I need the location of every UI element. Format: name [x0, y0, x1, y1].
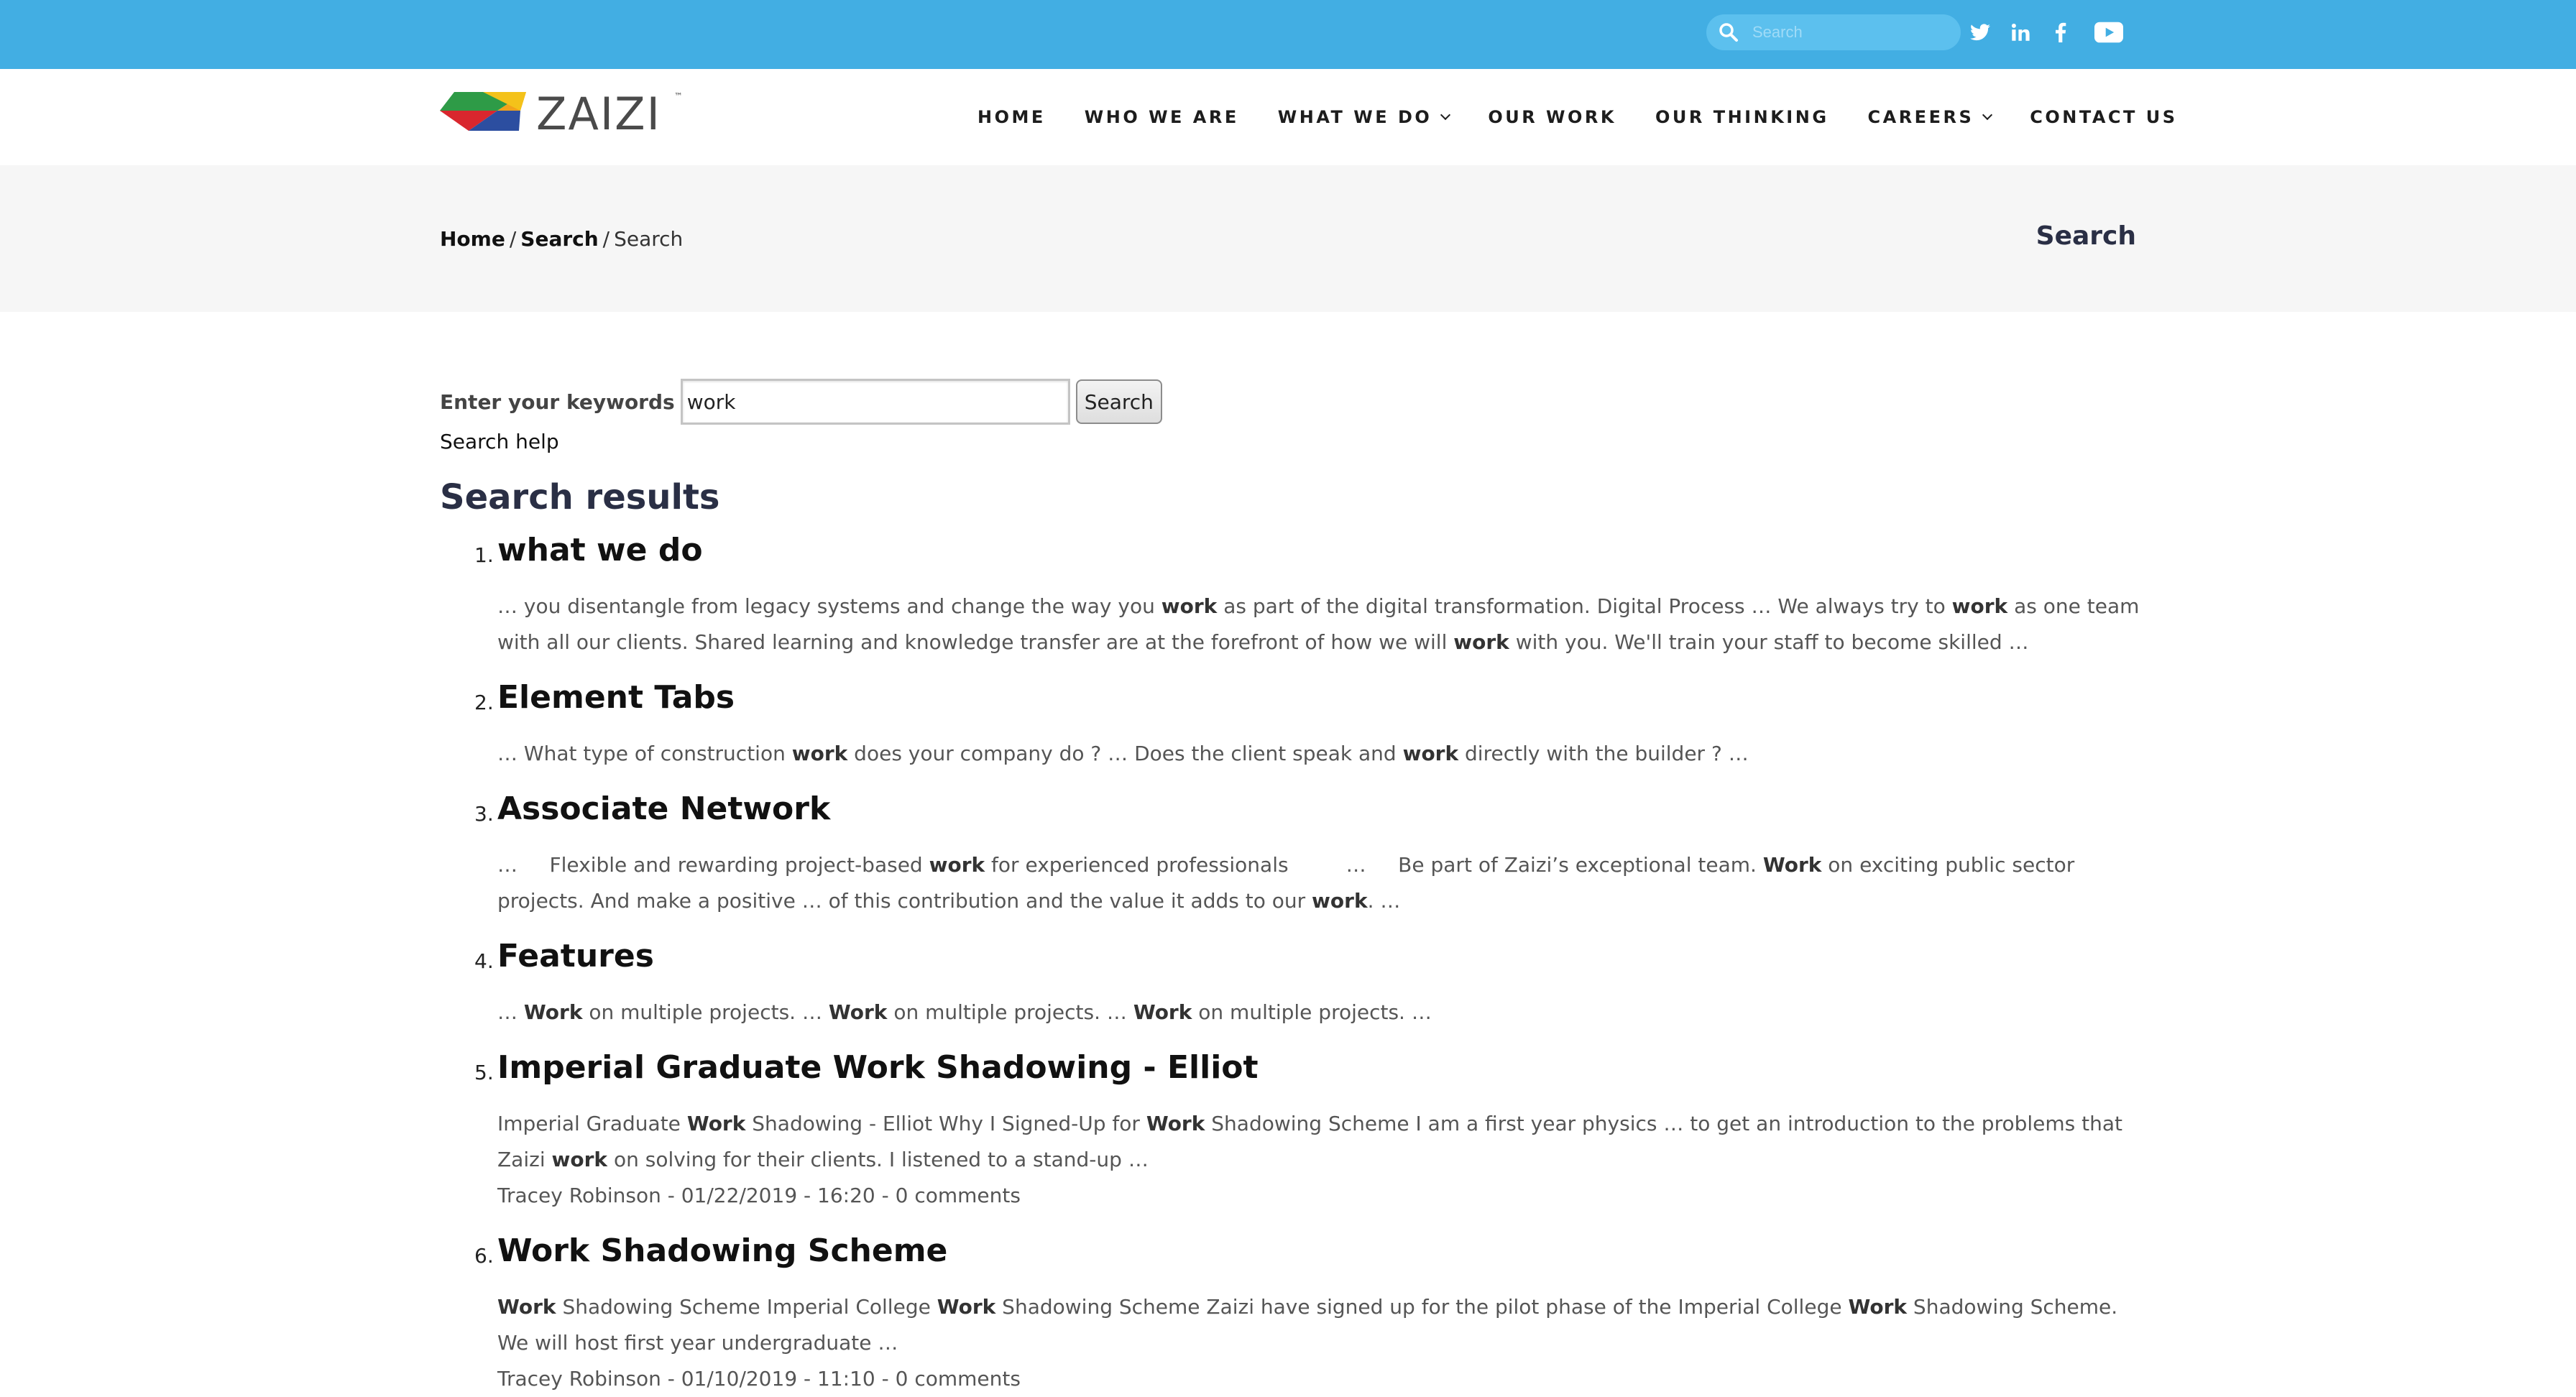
nav-careers[interactable]: CAREERS: [1868, 107, 1993, 127]
header-search-input[interactable]: [1752, 20, 1946, 45]
search-form: Enter your keywords Search: [440, 379, 1162, 425]
keywords-input[interactable]: [680, 379, 1070, 425]
result-snippet: … Work on multiple projects. … Work on m…: [497, 1000, 1432, 1024]
result-meta: Tracey Robinson - 01/22/2019 - 16:20 - 0…: [497, 1184, 1021, 1207]
result-title-link[interactable]: what we do: [497, 532, 2165, 568]
nav-our-thinking[interactable]: OUR THINKING: [1655, 107, 1829, 127]
result-number: 2.: [474, 691, 494, 714]
chevron-down-icon: [1440, 109, 1451, 121]
result-title-link[interactable]: Work Shadowing Scheme: [497, 1232, 2165, 1269]
breadcrumb-home[interactable]: Home: [440, 227, 505, 251]
result-number: 5.: [474, 1061, 494, 1084]
breadcrumb-separator: /: [602, 227, 610, 251]
svg-text:™: ™: [674, 91, 683, 101]
header-search[interactable]: [1706, 14, 1961, 50]
twitter-icon[interactable]: [1966, 19, 1994, 46]
page-banner: [0, 165, 2576, 312]
search-results-heading: Search results: [440, 477, 720, 517]
search-result-item: 6. Work Shadowing Scheme Work Shadowing Sc…: [440, 1232, 2165, 1397]
result-title-link[interactable]: Element Tabs: [497, 679, 2165, 716]
top-utility-bar: [0, 0, 2576, 69]
linkedin-icon[interactable]: [2007, 19, 2034, 46]
result-title-link[interactable]: Associate Network: [497, 790, 2165, 827]
result-snippet: … you disentangle from legacy systems an…: [497, 594, 2140, 654]
search-result-item: 5. Imperial Graduate Work Shadowing - Ell…: [440, 1049, 2165, 1214]
result-number: 4.: [474, 949, 494, 973]
nav-home[interactable]: HOME: [978, 107, 1046, 127]
search-icon[interactable]: [1718, 22, 1739, 43]
breadcrumb-current: Search: [614, 227, 684, 251]
result-snippet: Work Shadowing Scheme Imperial College W…: [497, 1295, 2118, 1355]
result-snippet: … What type of construction work does yo…: [497, 742, 1749, 765]
chevron-down-icon: [1982, 109, 1993, 121]
search-help-link[interactable]: Search help: [440, 430, 559, 453]
result-snippet: Imperial Graduate Work Shadowing - Ellio…: [497, 1112, 2123, 1171]
result-number: 3.: [474, 802, 494, 826]
logo-mark: ZAIZI ™: [440, 88, 683, 140]
youtube-icon[interactable]: [2093, 19, 2125, 46]
search-result-item: 3. Associate Network … Flexible and reward…: [440, 790, 2165, 919]
search-result-item: 4. Features … Work on multiple projects. ……: [440, 938, 2165, 1031]
facebook-icon[interactable]: [2047, 19, 2074, 46]
result-title-link[interactable]: Imperial Graduate Work Shadowing - Ellio…: [497, 1049, 2165, 1086]
breadcrumb-separator: /: [509, 227, 517, 251]
search-result-item: 2. Element Tabs … What type of constructio…: [440, 679, 2165, 772]
result-number: 6.: [474, 1244, 494, 1268]
result-snippet: … Flexible and rewarding project-based w…: [497, 853, 2075, 913]
search-result-item: 1. what we do … you disentangle from legac…: [440, 532, 2165, 660]
nav-what-we-do[interactable]: WHAT WE DO: [1278, 107, 1451, 127]
nav-contact-us[interactable]: CONTACT US: [2030, 107, 2177, 127]
result-meta: Tracey Robinson - 01/10/2019 - 11:10 - 0…: [497, 1367, 1021, 1391]
logo-text: ZAIZI: [536, 88, 661, 135]
main-nav: HOME WHO WE ARE WHAT WE DO OUR WORK OUR …: [978, 105, 2178, 129]
breadcrumb: Home / Search / Search: [440, 227, 683, 251]
keywords-label: Enter your keywords: [440, 389, 675, 414]
result-number: 1.: [474, 543, 494, 567]
nav-who-we-are[interactable]: WHO WE ARE: [1085, 107, 1239, 127]
search-button[interactable]: Search: [1075, 379, 1162, 424]
breadcrumb-search[interactable]: Search: [520, 227, 598, 251]
nav-our-work[interactable]: OUR WORK: [1488, 107, 1616, 127]
page-title: Search: [2036, 221, 2136, 251]
result-title-link[interactable]: Features: [497, 938, 2165, 974]
search-results-list: 1. what we do … you disentangle from legac…: [440, 532, 2165, 1397]
zaizi-logo[interactable]: ZAIZI ™: [440, 88, 684, 140]
